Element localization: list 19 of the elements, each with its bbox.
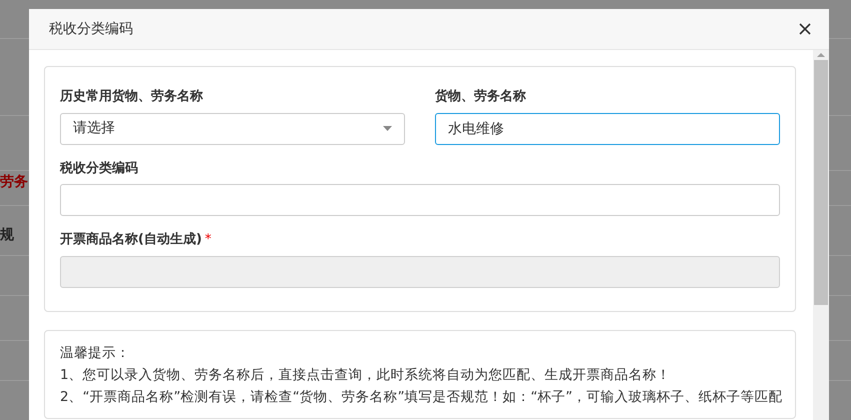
- input-field[interactable]: 水电维修: [435, 112, 780, 144]
- close-icon: [797, 21, 813, 37]
- close-button[interactable]: [797, 21, 813, 37]
- dropdown-caret-icon: [383, 126, 392, 131]
- scrollbar[interactable]: [813, 50, 829, 420]
- field-label: 历史常用货物、劳务名称: [60, 88, 204, 106]
- dialog-title: 税收分类编码: [49, 20, 133, 38]
- scrollbar-thumb[interactable]: [814, 60, 828, 305]
- tips-title: 温馨提示：: [60, 344, 131, 362]
- tip-text: 2、“开票商品名称”检测有误，请检查“货物、劳务名称”填写是否规范！如：“杯子”，可输入玻璃杯子、纸杯子等匹配: [60, 388, 780, 406]
- field-label: 货物、劳务名称: [435, 88, 527, 106]
- background-text: 劳务: [0, 173, 28, 192]
- field-label: 开票商品名称(自动生成): [60, 230, 202, 249]
- required-mark: *: [204, 231, 212, 249]
- tip-text: 1、您可以录入货物、劳务名称后，直接点击查询，此时系统将自动为您匹配、生成开票商品名称！: [60, 366, 672, 384]
- background-text: 规: [0, 226, 14, 245]
- input-field[interactable]: [60, 184, 780, 216]
- field-label: 税收分类编码: [60, 160, 139, 178]
- select-field[interactable]: 请选择: [60, 112, 405, 144]
